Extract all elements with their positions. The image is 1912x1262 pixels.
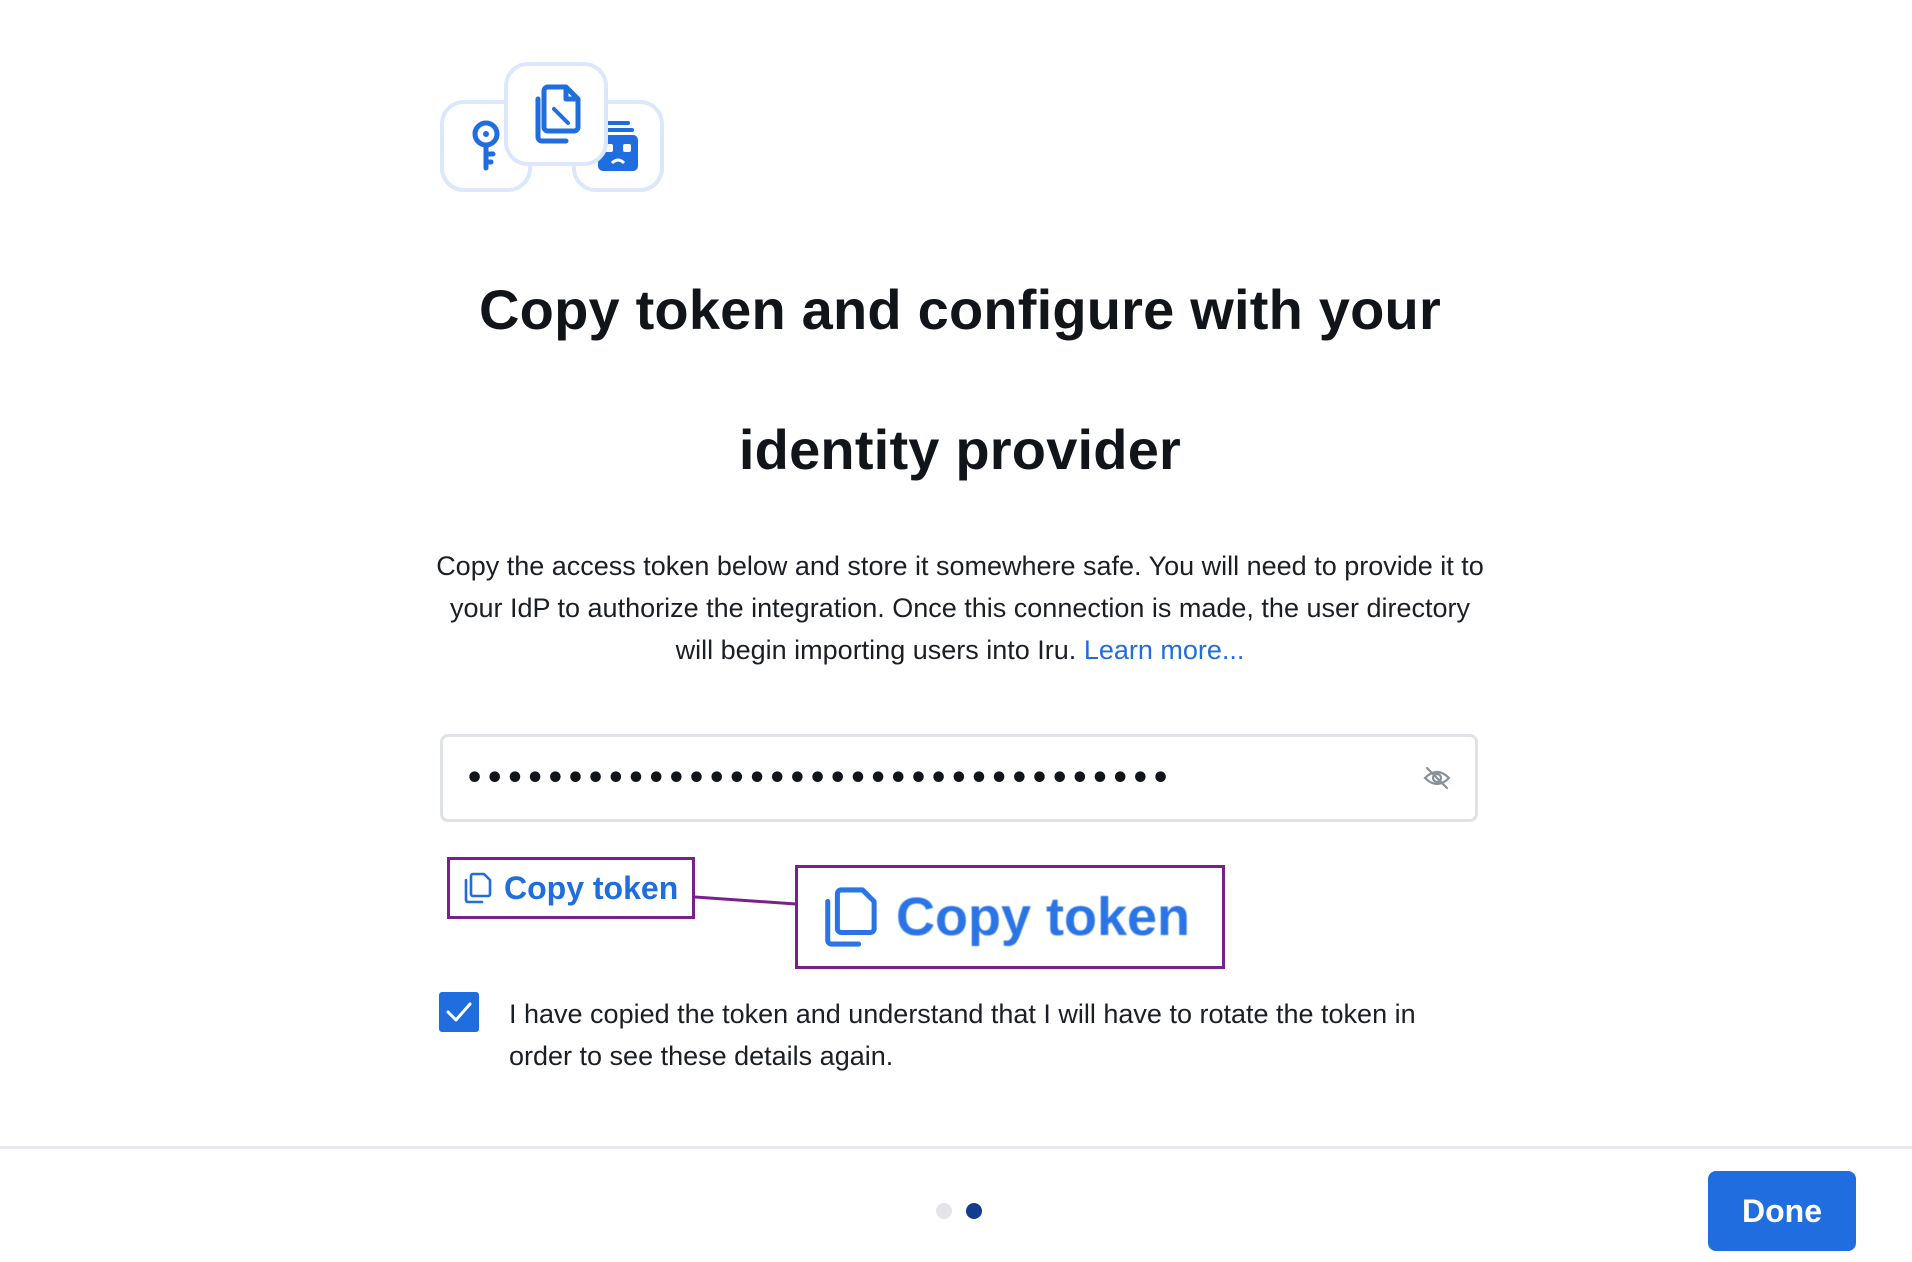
token-masked-value: ••••••••••••••••••••••••••••••••••• bbox=[465, 760, 1172, 796]
page-title-line-1: Copy token and configure with your bbox=[479, 278, 1441, 341]
page-title: Copy token and configure with your ident… bbox=[440, 240, 1480, 520]
token-field[interactable]: ••••••••••••••••••••••••••••••••••• bbox=[440, 734, 1478, 822]
acknowledge-label: I have copied the token and understand t… bbox=[509, 999, 1416, 1071]
description: Copy the access token below and store it… bbox=[430, 545, 1490, 671]
description-text: Copy the access token below and store it… bbox=[436, 551, 1484, 665]
copy-tile bbox=[504, 62, 608, 166]
copy-icon bbox=[464, 872, 492, 904]
step-indicator bbox=[936, 1203, 982, 1219]
checkmark-icon bbox=[446, 1002, 472, 1022]
toggle-visibility-button[interactable] bbox=[1421, 762, 1453, 794]
footer-divider bbox=[0, 1146, 1912, 1149]
copy-token-button[interactable]: Copy token bbox=[447, 857, 695, 919]
step-dot-2-active bbox=[966, 1203, 982, 1219]
step-dot-1 bbox=[936, 1203, 952, 1219]
done-button[interactable]: Done bbox=[1708, 1171, 1856, 1251]
copy-token-label: Copy token bbox=[504, 869, 679, 906]
key-icon bbox=[472, 120, 500, 171]
eye-slash-icon bbox=[1423, 766, 1451, 790]
learn-more-link[interactable]: Learn more... bbox=[1084, 635, 1245, 665]
page-title-line-2: identity provider bbox=[738, 418, 1182, 481]
copy-icon bbox=[535, 84, 581, 144]
copy-token-zoom-label: Copy token bbox=[896, 887, 1191, 947]
acknowledge-checkbox[interactable] bbox=[439, 992, 479, 1032]
copy-token-zoom-callout: Copy token bbox=[795, 865, 1225, 969]
hero-illustration bbox=[440, 62, 665, 194]
copy-icon bbox=[825, 887, 877, 947]
token-setup-page: Copy token and configure with your ident… bbox=[0, 0, 1912, 1262]
